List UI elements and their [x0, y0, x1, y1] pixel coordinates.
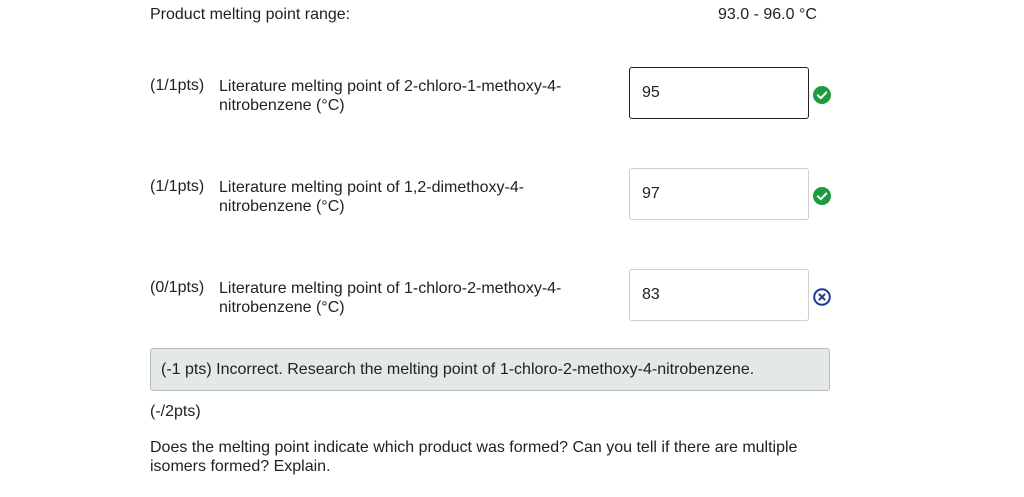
question-2-answer-input[interactable]: 97: [629, 168, 809, 220]
question-2-text: Literature melting point of 1,2-dimethox…: [219, 179, 525, 215]
question-3-answer-value: 83: [642, 286, 660, 303]
question-1-points: (1/1pts): [150, 77, 205, 94]
question-1-text: Literature melting point of 2-chloro-1-m…: [219, 78, 562, 114]
question-4-text: Does the melting point indicate which pr…: [150, 439, 798, 475]
question-3-text: Literature melting point of 1-chloro-2-m…: [219, 280, 562, 316]
question-1-answer-input[interactable]: 95: [629, 67, 809, 119]
question-1-answer-value: 95: [642, 84, 660, 101]
check-circle-icon: [813, 86, 831, 104]
feedback-text: (-1 pts) Incorrect. Research the melting…: [161, 360, 755, 378]
melting-range-value: 93.0 - 96.0 °C: [718, 6, 817, 23]
question-2-answer-value: 97: [642, 185, 660, 202]
melting-range-label: Product melting point range:: [150, 6, 351, 23]
feedback-box: (-1 pts) Incorrect. Research the melting…: [150, 348, 830, 391]
check-circle-icon: [813, 187, 831, 205]
question-4-points: (-/2pts): [150, 403, 201, 420]
question-2-points: (1/1pts): [150, 178, 205, 195]
question-3-points: (0/1pts): [150, 279, 205, 296]
x-circle-icon: [813, 288, 831, 306]
question-3-answer-input[interactable]: 83: [629, 269, 809, 321]
